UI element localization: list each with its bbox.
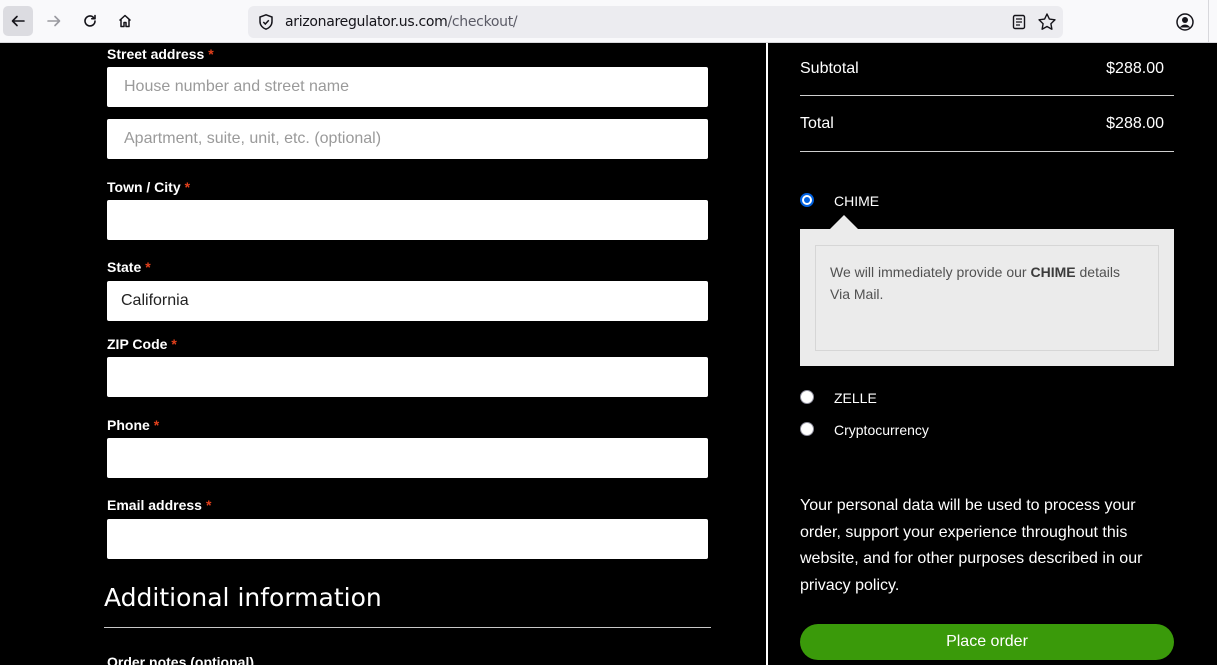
- total-row: Total $288.00: [800, 115, 1174, 133]
- order-panel-border: [766, 43, 768, 665]
- required-mark: *: [208, 46, 214, 62]
- street-address-label: Street address *: [107, 46, 214, 62]
- required-mark: *: [184, 179, 191, 195]
- home-button[interactable]: [110, 6, 140, 36]
- url-text: arizonaregulator.us.com/checkout/: [285, 14, 518, 30]
- payment-label-zelle[interactable]: ZELLE: [834, 390, 877, 406]
- payment-description-box: We will immediately provide our CHIME de…: [800, 229, 1174, 366]
- shield-icon[interactable]: [257, 13, 275, 31]
- section-divider: [104, 627, 711, 628]
- phone-input[interactable]: [107, 438, 708, 478]
- url-host: arizonaregulator.us.com: [285, 14, 448, 30]
- phone-label-text: Phone: [107, 417, 150, 433]
- required-mark: *: [205, 497, 212, 513]
- back-button[interactable]: [3, 6, 33, 36]
- payment-desc-prefix: We will immediately provide our: [830, 264, 1031, 280]
- email-input[interactable]: [107, 519, 708, 559]
- zip-input[interactable]: [107, 357, 708, 397]
- subtotal-value: $288.00: [1106, 60, 1164, 77]
- subtotal-row: Subtotal $288.00: [800, 60, 1174, 78]
- required-mark: *: [145, 259, 151, 275]
- state-label-text: State: [107, 259, 142, 275]
- street-address-placeholder: House number and street name: [124, 78, 350, 95]
- total-value: $288.00: [1106, 115, 1164, 132]
- payment-radio-chime[interactable]: [800, 193, 814, 207]
- payment-radio-crypto[interactable]: [800, 422, 814, 436]
- city-input[interactable]: [107, 200, 708, 240]
- required-mark: *: [153, 417, 160, 433]
- place-order-button[interactable]: Place order: [800, 624, 1174, 660]
- street-address-label-text: Street address: [107, 46, 205, 62]
- browser-toolbar: arizonaregulator.us.com/checkout/: [0, 0, 1217, 43]
- bookmark-star-icon[interactable]: [1037, 12, 1057, 32]
- url-path: /checkout/: [447, 14, 518, 30]
- reload-button[interactable]: [75, 6, 105, 36]
- payment-description: We will immediately provide our CHIME de…: [830, 261, 1130, 305]
- state-label: State *: [107, 259, 151, 275]
- additional-info-heading: Additional information: [104, 583, 382, 612]
- arrow-left-icon: [11, 15, 25, 27]
- email-label: Email address *: [107, 497, 211, 513]
- zip-label-text: ZIP Code: [107, 336, 168, 352]
- required-mark: *: [171, 336, 177, 352]
- order-notes-label: Order notes (optional): [107, 654, 254, 665]
- payment-label-chime[interactable]: CHIME: [834, 193, 879, 209]
- forward-button[interactable]: [39, 6, 69, 36]
- home-icon: [118, 14, 132, 28]
- subtotal-label: Subtotal: [800, 60, 859, 77]
- city-label: Town / City *: [107, 179, 190, 195]
- street-address-input[interactable]: House number and street name: [107, 67, 708, 107]
- reader-view-icon[interactable]: [1011, 14, 1027, 30]
- address-bar[interactable]: arizonaregulator.us.com/checkout/: [248, 6, 1063, 38]
- total-label: Total: [800, 115, 834, 132]
- email-label-text: Email address: [107, 497, 202, 513]
- payment-desc-bold: CHIME: [1030, 264, 1076, 280]
- apartment-input[interactable]: Apartment, suite, unit, etc. (optional): [107, 119, 708, 159]
- privacy-notice: Your personal data will be used to proce…: [800, 497, 1143, 594]
- apartment-placeholder: Apartment, suite, unit, etc. (optional): [124, 130, 382, 147]
- reload-icon: [84, 14, 96, 27]
- payment-radio-zelle[interactable]: [800, 390, 814, 404]
- account-icon[interactable]: [1175, 12, 1195, 32]
- summary-divider: [800, 151, 1174, 152]
- summary-divider: [800, 95, 1174, 96]
- arrow-right-icon: [47, 15, 61, 27]
- payment-box-pointer: [830, 215, 858, 229]
- payment-label-crypto[interactable]: Cryptocurrency: [834, 422, 929, 438]
- state-value: California: [121, 292, 189, 309]
- state-select[interactable]: California: [107, 281, 708, 321]
- phone-label: Phone *: [107, 417, 159, 433]
- toolbar-overflow-edge: [1208, 0, 1217, 43]
- zip-label: ZIP Code *: [107, 336, 177, 352]
- city-label-text: Town / City: [107, 179, 181, 195]
